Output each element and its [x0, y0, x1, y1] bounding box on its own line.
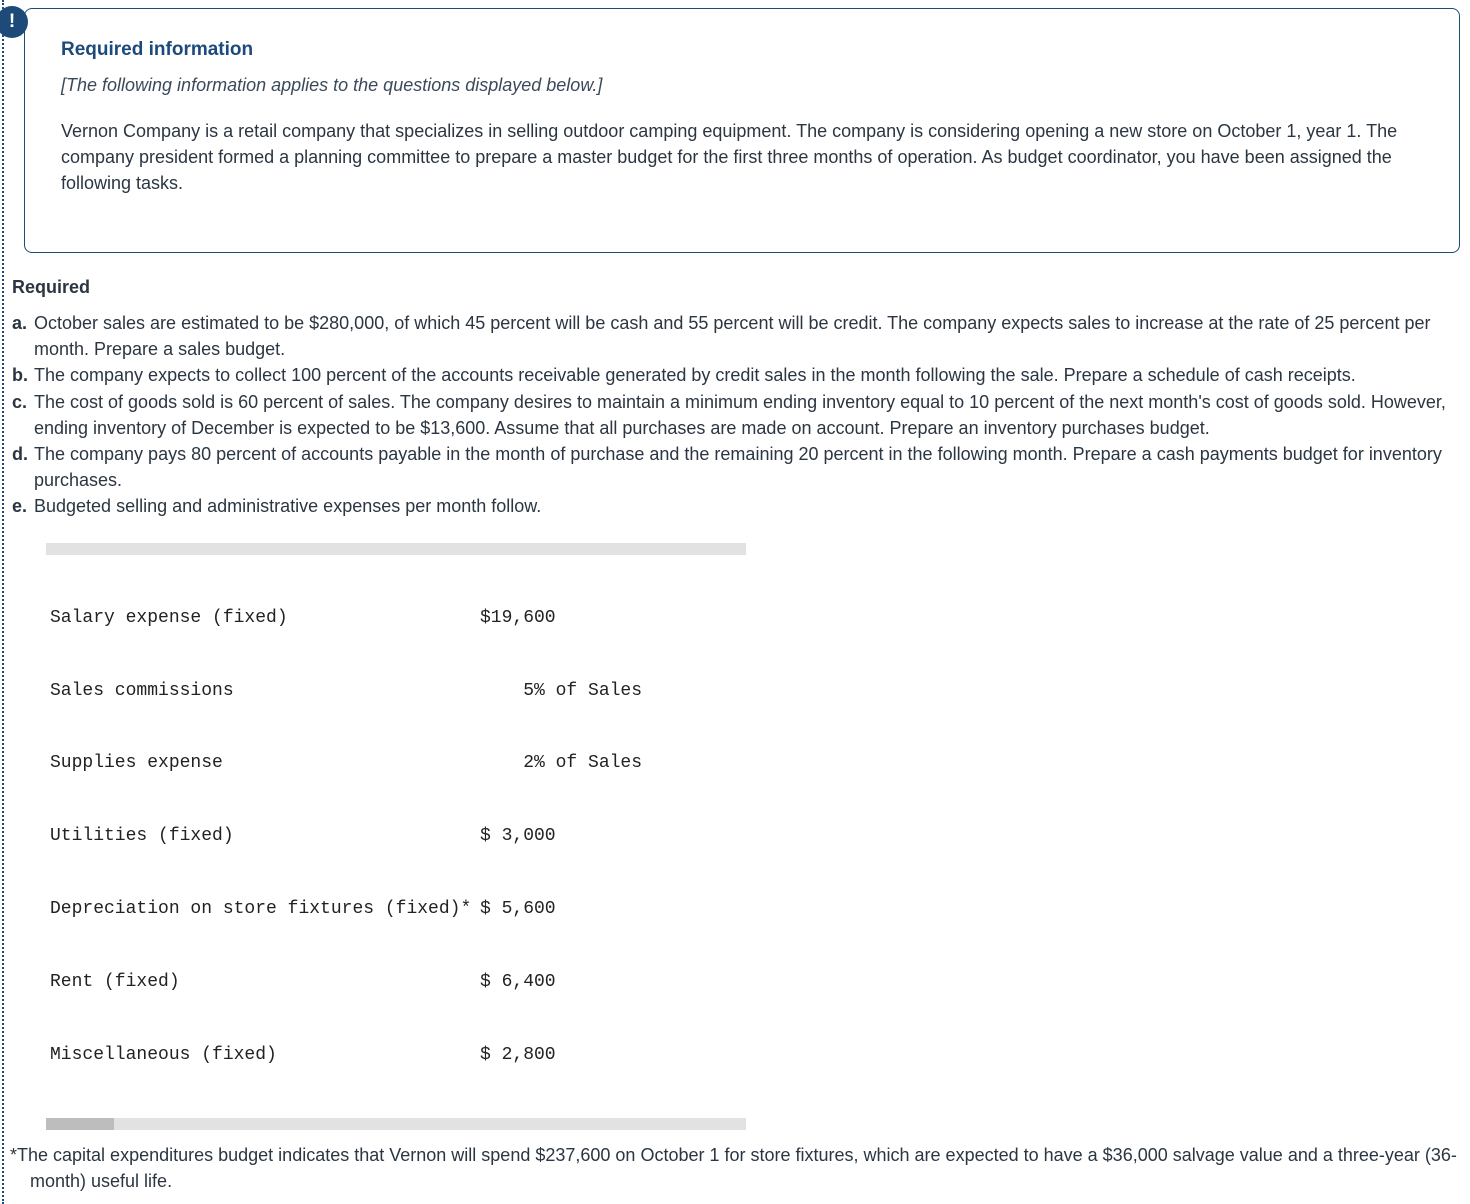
scrollbar-track-top[interactable] — [46, 543, 746, 555]
expense-row: Salary expense (fixed) $19,600 — [50, 606, 746, 630]
expense-table: Salary expense (fixed) $19,600 Sales com… — [46, 555, 746, 1118]
expense-value: $ 6,400 — [480, 970, 710, 994]
expense-table-wrap: Salary expense (fixed) $19,600 Sales com… — [46, 543, 746, 1130]
scrollbar-thumb[interactable] — [46, 1118, 114, 1130]
page-wrap: ! Required information [The following in… — [2, 0, 1470, 1204]
requirement-item: b. The company expects to collect 100 pe… — [10, 362, 1470, 388]
requirement-item: e. Budgeted selling and administrative e… — [10, 493, 1470, 519]
expense-value: 2% of Sales — [480, 751, 710, 775]
scrollbar-track-bottom[interactable] — [46, 1118, 746, 1130]
exclamation-icon: ! — [9, 11, 15, 33]
requirement-text: Budgeted selling and administrative expe… — [34, 493, 1470, 519]
required-heading: Required — [10, 277, 1470, 298]
requirements-list: a. October sales are estimated to be $28… — [10, 310, 1470, 519]
expense-label: Rent (fixed) — [50, 970, 480, 994]
requirement-marker: b. — [12, 362, 34, 388]
requirement-marker: a. — [12, 310, 34, 362]
expense-value: 5% of Sales — [480, 679, 710, 703]
required-info-box: Required information [The following info… — [24, 8, 1460, 253]
requirement-item: d. The company pays 80 percent of accoun… — [10, 441, 1470, 493]
expense-row: Depreciation on store fixtures (fixed)* … — [50, 897, 746, 921]
expense-label: Utilities (fixed) — [50, 824, 480, 848]
required-info-title: Required information — [61, 39, 1423, 61]
expense-label: Sales commissions — [50, 679, 480, 703]
requirement-text: The cost of goods sold is 60 percent of … — [34, 389, 1470, 441]
expense-row: Supplies expense 2% of Sales — [50, 751, 746, 775]
requirement-item: a. October sales are estimated to be $28… — [10, 310, 1470, 362]
requirement-text: October sales are estimated to be $280,0… — [34, 310, 1470, 362]
expense-value: $19,600 — [480, 606, 710, 630]
requirement-text: The company pays 80 percent of accounts … — [34, 441, 1470, 493]
footnote: *The capital expenditures budget indicat… — [10, 1142, 1470, 1194]
expense-value: $ 5,600 — [480, 897, 710, 921]
scenario-paragraph: Vernon Company is a retail company that … — [61, 118, 1423, 196]
applies-note: [The following information applies to th… — [61, 75, 1423, 96]
requirement-item: c. The cost of goods sold is 60 percent … — [10, 389, 1470, 441]
expense-value: $ 2,800 — [480, 1043, 710, 1067]
requirement-text: The company expects to collect 100 perce… — [34, 362, 1470, 388]
expense-row: Utilities (fixed) $ 3,000 — [50, 824, 746, 848]
requirement-marker: e. — [12, 493, 34, 519]
expense-value: $ 3,000 — [480, 824, 710, 848]
expense-label: Depreciation on store fixtures (fixed)* — [50, 897, 480, 921]
requirement-marker: d. — [12, 441, 34, 493]
requirement-marker: c. — [12, 389, 34, 441]
expense-row: Miscellaneous (fixed) $ 2,800 — [50, 1043, 746, 1067]
expense-label: Supplies expense — [50, 751, 480, 775]
expense-label: Salary expense (fixed) — [50, 606, 480, 630]
expense-label: Miscellaneous (fixed) — [50, 1043, 480, 1067]
expense-row: Sales commissions 5% of Sales — [50, 679, 746, 703]
expense-row: Rent (fixed) $ 6,400 — [50, 970, 746, 994]
